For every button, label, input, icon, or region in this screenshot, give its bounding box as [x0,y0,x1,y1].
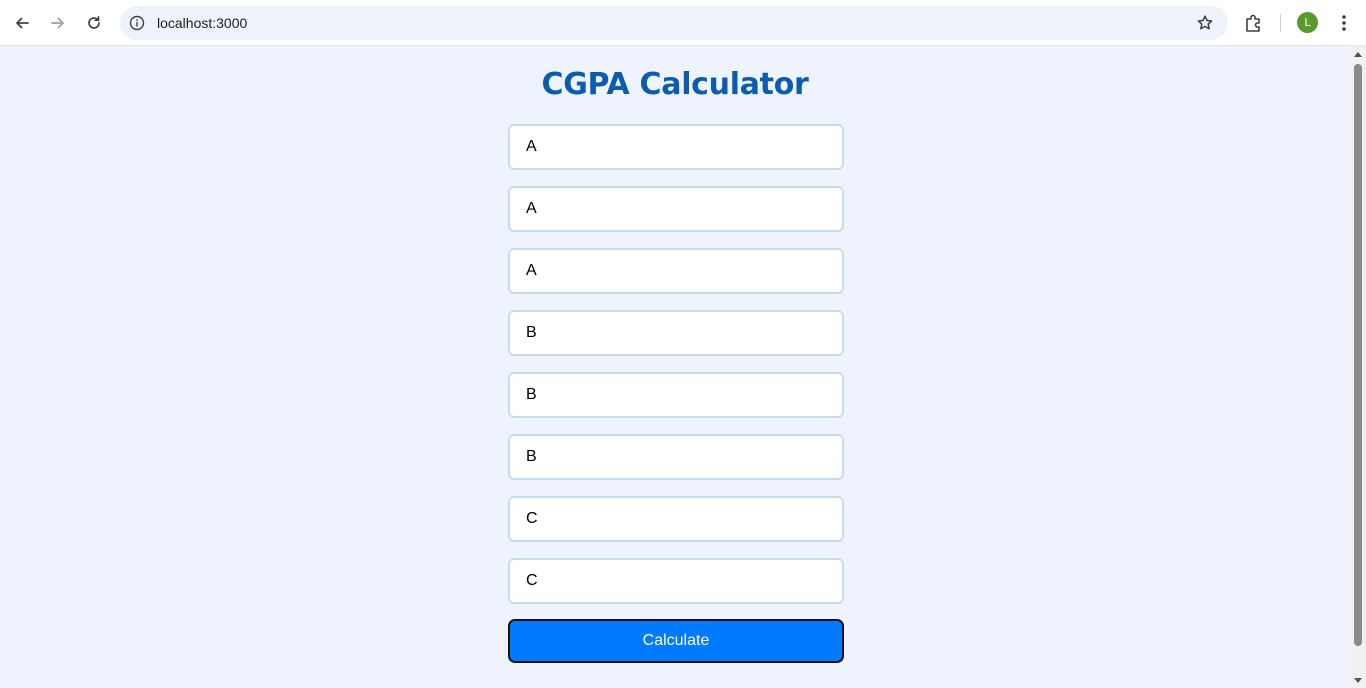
kebab-menu-icon[interactable] [1334,12,1354,34]
extensions-icon[interactable] [1243,12,1265,34]
info-icon[interactable] [129,15,145,31]
grade-input-8[interactable] [508,558,844,604]
scroll-up-arrow-icon[interactable] [1354,52,1362,57]
page-title: CGPA Calculator [541,67,809,102]
grade-input-1[interactable] [508,124,844,170]
address-bar[interactable]: localhost:3000 [120,6,1228,40]
back-icon [16,17,29,29]
reload-button[interactable] [79,8,109,38]
forward-button[interactable] [43,8,73,38]
scroll-thumb[interactable] [1354,64,1362,646]
grade-input-2[interactable] [508,186,844,232]
grade-input-3[interactable] [508,248,844,294]
back-button[interactable] [7,8,37,38]
reload-icon [88,15,100,29]
grade-input-5[interactable] [508,372,844,418]
toolbar-divider [1280,14,1281,32]
calculate-button[interactable]: Calculate [508,619,844,663]
scroll-down-arrow-icon[interactable] [1354,678,1362,683]
page-viewport: CGPA Calculator Calculate [0,47,1350,688]
forward-icon [51,17,64,29]
profile-avatar[interactable]: L [1297,12,1318,33]
star-icon[interactable] [1196,14,1214,32]
url-text[interactable]: localhost:3000 [157,15,247,31]
browser-toolbar: localhost:3000 L [0,0,1366,46]
grade-input-4[interactable] [508,310,844,356]
vertical-scrollbar[interactable] [1350,47,1366,688]
grade-input-6[interactable] [508,434,844,480]
grade-input-7[interactable] [508,496,844,542]
